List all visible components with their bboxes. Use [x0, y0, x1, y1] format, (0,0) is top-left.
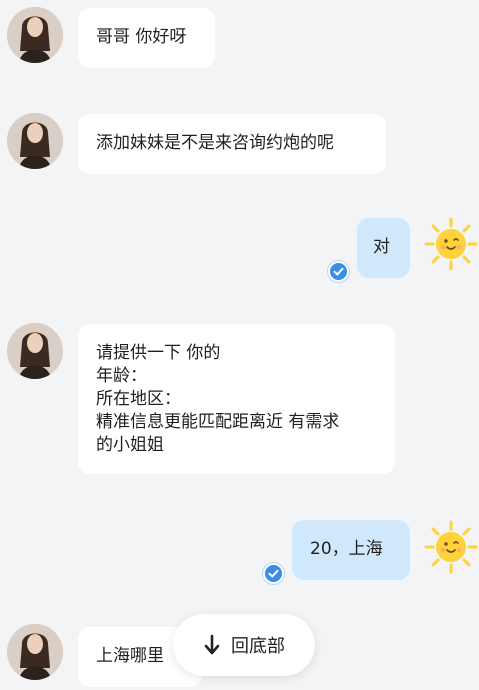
message-bubble: 哥哥 你好呀	[78, 8, 215, 68]
message-bubble: 20，上海	[292, 520, 410, 580]
message-text: 添加妹妹是不是来咨询约炮的呢	[96, 133, 334, 153]
message-text-line: 精准信息更能匹配距离近 有需求	[96, 412, 340, 432]
read-check-icon	[328, 261, 349, 282]
message-bubble: 请提供一下 你的 年龄： 所在地区： 精准信息更能匹配距离近 有需求 的小姐姐	[78, 324, 395, 474]
message-text: 20，上海	[310, 539, 383, 559]
contact-avatar[interactable]	[7, 113, 63, 169]
sun-avatar-icon[interactable]	[423, 216, 479, 272]
message-text-line: 的小姐姐	[96, 435, 164, 455]
message-bubble: 添加妹妹是不是来咨询约炮的呢	[78, 114, 386, 174]
message-text-line: 年龄：	[96, 366, 147, 386]
contact-avatar[interactable]	[7, 7, 63, 63]
message-text: 对	[373, 237, 390, 257]
arrow-down-icon	[203, 634, 221, 656]
contact-avatar[interactable]	[7, 323, 63, 379]
message-text-line: 所在地区：	[96, 389, 181, 409]
read-check-icon	[263, 563, 284, 584]
back-to-bottom-label: 回底部	[231, 636, 285, 657]
message-text-line: 请提供一下 你的	[96, 343, 221, 363]
sun-avatar-icon[interactable]	[423, 519, 479, 575]
contact-avatar[interactable]	[7, 624, 63, 680]
back-to-bottom-button[interactable]: 回底部	[173, 614, 315, 676]
message-text: 哥哥 你好呀	[96, 27, 187, 47]
message-bubble: 对	[357, 218, 410, 278]
